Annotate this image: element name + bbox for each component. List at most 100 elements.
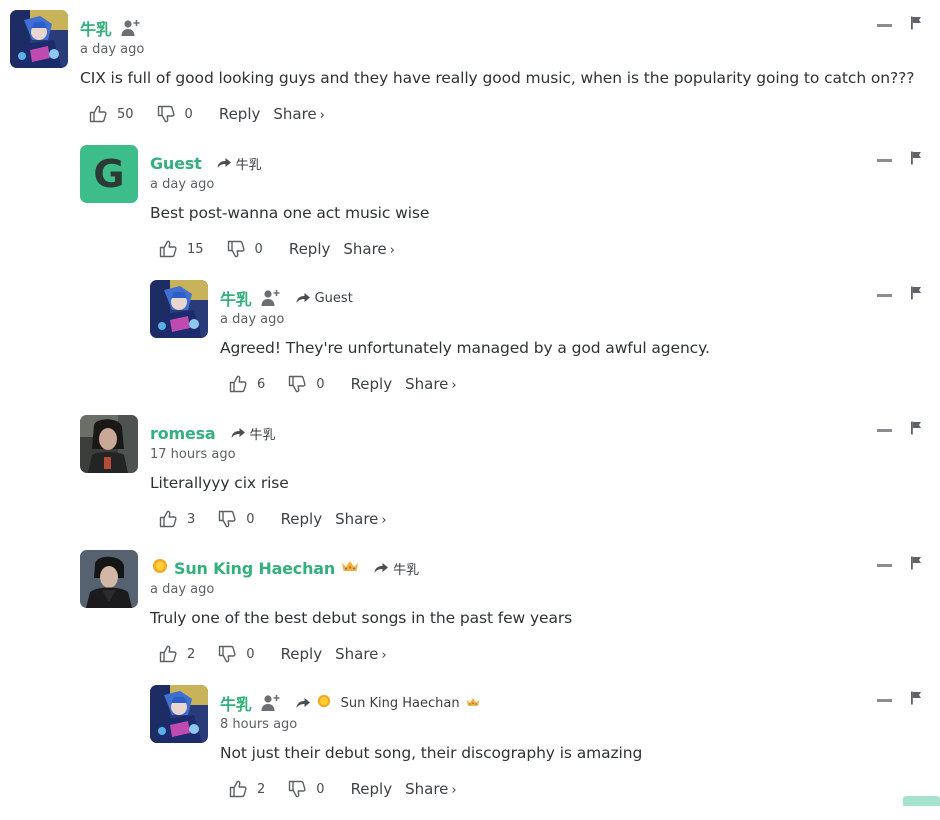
upvote-button[interactable] bbox=[158, 509, 178, 529]
thumbs-down-icon bbox=[217, 509, 237, 529]
timestamp[interactable]: a day ago bbox=[150, 582, 214, 597]
comment-text: Truly one of the best debut songs in the… bbox=[150, 609, 573, 627]
comment-actions: 15 0 Reply Share › bbox=[158, 238, 395, 260]
timestamp[interactable]: a day ago bbox=[80, 42, 144, 57]
add-user-icon[interactable] bbox=[121, 19, 141, 37]
upvote-button[interactable] bbox=[228, 779, 248, 799]
reply-button[interactable]: Reply bbox=[351, 375, 393, 393]
reply-to[interactable]: 牛乳 bbox=[216, 154, 262, 173]
avatar[interactable] bbox=[10, 10, 68, 68]
upvote-button[interactable] bbox=[158, 644, 178, 664]
upvote-button[interactable] bbox=[88, 104, 108, 124]
thumbs-up-icon bbox=[228, 779, 248, 799]
avatar[interactable] bbox=[80, 550, 138, 608]
downvote-count: 0 bbox=[246, 646, 255, 662]
flag-icon[interactable] bbox=[910, 421, 922, 440]
timestamp[interactable]: 17 hours ago bbox=[150, 447, 236, 462]
downvote-button[interactable] bbox=[217, 644, 237, 664]
reply-to[interactable]: 牛乳 bbox=[230, 424, 276, 443]
downvote-button[interactable] bbox=[287, 779, 307, 799]
scroll-to-top-button[interactable] bbox=[903, 796, 940, 806]
downvote-button[interactable] bbox=[287, 374, 307, 394]
collapse-icon[interactable] bbox=[877, 429, 892, 432]
reply-arrow-icon bbox=[373, 562, 389, 574]
comment: romesa 牛乳 17 hours ago Literallyyy cix r… bbox=[0, 415, 940, 550]
share-button[interactable]: Share › bbox=[405, 780, 457, 798]
timestamp[interactable]: a day ago bbox=[220, 312, 284, 327]
reply-to-name: 牛乳 bbox=[249, 427, 276, 443]
comment-controls bbox=[877, 556, 922, 575]
timestamp[interactable]: 8 hours ago bbox=[220, 717, 297, 732]
username[interactable]: 牛乳 bbox=[220, 286, 252, 310]
avatar[interactable] bbox=[150, 280, 208, 338]
reply-arrow-icon bbox=[230, 427, 246, 439]
share-label: Share bbox=[335, 645, 379, 663]
comment: Sun King Haechan 牛乳 a day ago Truly one … bbox=[0, 550, 940, 685]
downvote-button[interactable] bbox=[226, 239, 246, 259]
thumbs-up-icon bbox=[158, 239, 178, 259]
reply-button[interactable]: Reply bbox=[281, 645, 323, 663]
share-button[interactable]: Share › bbox=[273, 105, 325, 123]
collapse-icon[interactable] bbox=[877, 699, 892, 702]
chevron-right-icon: › bbox=[451, 783, 457, 798]
collapse-icon[interactable] bbox=[877, 564, 892, 567]
reply-to[interactable]: Guest bbox=[295, 291, 353, 306]
downvote-count: 0 bbox=[184, 106, 193, 122]
upvote-button[interactable] bbox=[158, 239, 178, 259]
upvote-count: 15 bbox=[187, 241, 204, 257]
flag-icon[interactable] bbox=[910, 151, 922, 170]
share-label: Share bbox=[405, 780, 449, 798]
comment: G Guest 牛乳 a day ago Best post-wanna one… bbox=[0, 145, 940, 280]
thumbs-down-icon bbox=[226, 239, 246, 259]
username[interactable]: Guest bbox=[150, 154, 202, 173]
downvote-button[interactable] bbox=[156, 104, 176, 124]
reply-to[interactable]: 牛乳 bbox=[373, 559, 419, 578]
flag-icon[interactable] bbox=[910, 286, 922, 305]
collapse-icon[interactable] bbox=[877, 159, 892, 162]
username[interactable]: 牛乳 bbox=[80, 16, 112, 40]
upvote-button[interactable] bbox=[228, 374, 248, 394]
share-button[interactable]: Share › bbox=[335, 645, 387, 663]
timestamp[interactable]: a day ago bbox=[150, 177, 214, 192]
avatar[interactable] bbox=[80, 415, 138, 473]
share-label: Share bbox=[343, 240, 387, 258]
reply-to[interactable]: Sun King Haechan bbox=[295, 694, 484, 712]
downvote-count: 0 bbox=[316, 376, 325, 392]
comment-header: romesa 牛乳 bbox=[150, 420, 276, 446]
downvote-count: 0 bbox=[246, 511, 255, 527]
flag-icon[interactable] bbox=[910, 691, 922, 710]
comment: 牛乳 a day ago CIX is full of good looking… bbox=[0, 10, 940, 145]
share-label: Share bbox=[405, 375, 449, 393]
collapse-icon[interactable] bbox=[877, 294, 892, 297]
comment-controls bbox=[877, 151, 922, 170]
avatar[interactable] bbox=[150, 685, 208, 743]
reply-button[interactable]: Reply bbox=[281, 510, 323, 528]
collapse-icon[interactable] bbox=[877, 24, 892, 27]
username[interactable]: Sun King Haechan bbox=[174, 559, 335, 578]
comment-actions: 2 0 Reply Share › bbox=[228, 778, 457, 800]
comment-controls bbox=[877, 286, 922, 305]
share-button[interactable]: Share › bbox=[405, 375, 457, 393]
comment-actions: 2 0 Reply Share › bbox=[158, 643, 387, 665]
reply-to-name: Sun King Haechan bbox=[340, 695, 460, 711]
add-user-icon[interactable] bbox=[261, 289, 281, 307]
flag-icon[interactable] bbox=[910, 556, 922, 575]
comment-controls bbox=[877, 16, 922, 35]
reply-button[interactable]: Reply bbox=[289, 240, 331, 258]
add-user-icon[interactable] bbox=[261, 694, 281, 712]
username[interactable]: 牛乳 bbox=[220, 691, 252, 715]
flag-icon[interactable] bbox=[910, 16, 922, 35]
avatar[interactable]: G bbox=[80, 145, 138, 203]
chevron-right-icon: › bbox=[389, 243, 395, 258]
share-button[interactable]: Share › bbox=[343, 240, 395, 258]
downvote-button[interactable] bbox=[217, 509, 237, 529]
upvote-count: 6 bbox=[257, 376, 266, 392]
downvote-count: 0 bbox=[316, 781, 325, 797]
upvote-count: 3 bbox=[187, 511, 196, 527]
share-button[interactable]: Share › bbox=[335, 510, 387, 528]
comment-text: Not just their debut song, their discogr… bbox=[220, 744, 643, 762]
reply-button[interactable]: Reply bbox=[351, 780, 393, 798]
comment-text: Best post-wanna one act music wise bbox=[150, 204, 430, 222]
username[interactable]: romesa bbox=[150, 424, 216, 443]
reply-button[interactable]: Reply bbox=[219, 105, 261, 123]
